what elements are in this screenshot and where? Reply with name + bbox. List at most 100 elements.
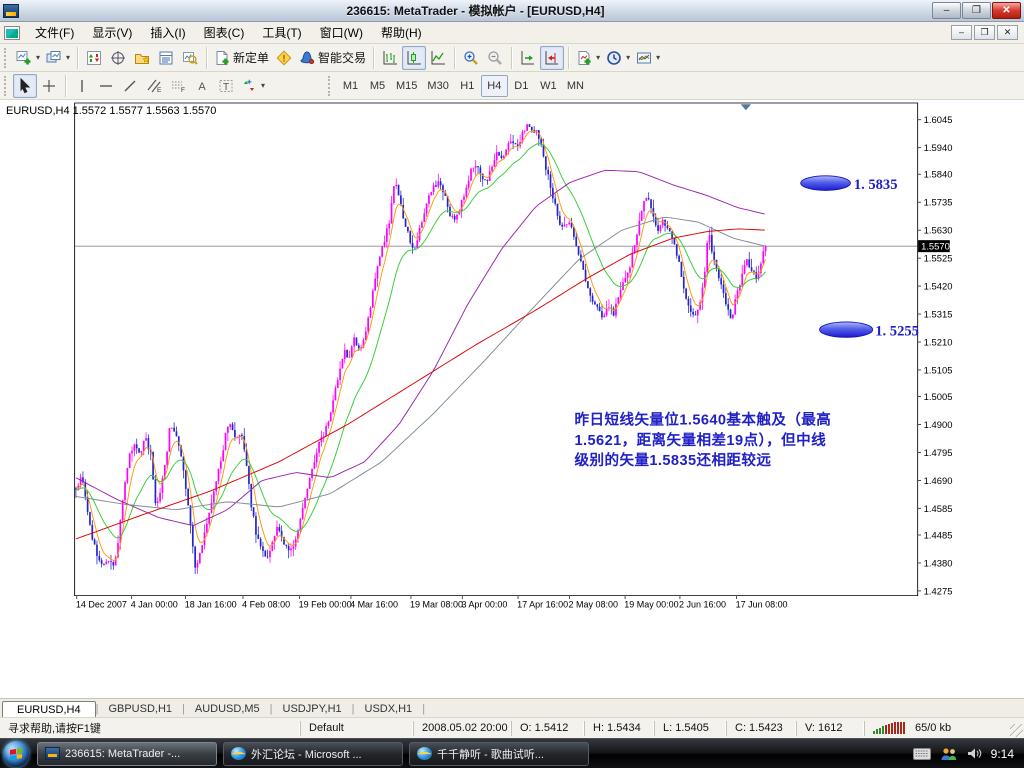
dropdown-arrow-icon: ▾ — [656, 53, 660, 62]
menu-item-insert[interactable]: 插入(I) — [141, 21, 194, 44]
cursor-button[interactable] — [13, 74, 37, 98]
timeframe-button-m5[interactable]: M5 — [364, 75, 391, 97]
title-bar: 236615: MetaTrader - 模拟帐户 - [EURUSD,H4] … — [0, 0, 1024, 22]
timeframe-button-m1[interactable]: M1 — [337, 75, 364, 97]
toolbar-separator — [511, 47, 512, 69]
timeframe-button-m30[interactable]: M30 — [422, 75, 453, 97]
terminal-button[interactable] — [154, 46, 178, 70]
chart-tab-audusd-m5[interactable]: AUDUSD,M5 — [185, 701, 270, 717]
svg-text:1.5630: 1.5630 — [924, 225, 953, 236]
minimize-button[interactable]: – — [932, 2, 961, 19]
fibonacci-button[interactable]: F — [166, 74, 190, 98]
crosshair-button[interactable] — [37, 74, 61, 98]
metaeditor-button[interactable]: ! — [272, 46, 296, 70]
target-ellipse-1[interactable] — [801, 176, 851, 191]
timeframe-button-mn[interactable]: MN — [562, 75, 589, 97]
menu-item-window[interactable]: 窗口(W) — [311, 21, 372, 44]
indicators-button[interactable]: ▾ — [573, 46, 603, 70]
close-button[interactable]: ✕ — [992, 2, 1021, 19]
start-button[interactable] — [3, 741, 29, 767]
tab-separator: | — [422, 701, 425, 717]
price-chart[interactable]: 1.60451.59401.58401.57351.56301.55251.54… — [0, 100, 1024, 698]
svg-text:E: E — [157, 87, 162, 94]
status-profile[interactable]: Default — [300, 721, 413, 736]
trendline-button[interactable] — [118, 74, 142, 98]
vertical-line-button[interactable] — [70, 74, 94, 98]
timeframe-button-d1[interactable]: D1 — [508, 75, 535, 97]
chart-shift-marker[interactable] — [741, 104, 751, 110]
menu-item-charts[interactable]: 图表(C) — [195, 21, 254, 44]
toolbar-grip[interactable] — [4, 76, 9, 96]
bar-chart-button[interactable] — [378, 46, 402, 70]
svg-text:14 Dec 2007: 14 Dec 2007 — [76, 600, 127, 610]
auto-scroll-button[interactable] — [516, 46, 540, 70]
toolbar-grip[interactable] — [328, 76, 333, 96]
status-bar: 寻求帮助,请按F1键 Default 2008.05.02 20:00 O: 1… — [0, 717, 1024, 738]
data-window-button[interactable] — [106, 46, 130, 70]
candlestick-chart-button[interactable] — [402, 46, 426, 70]
menu-item-file[interactable]: 文件(F) — [26, 21, 83, 44]
menu-item-help[interactable]: 帮助(H) — [372, 21, 431, 44]
menu-item-tools[interactable]: 工具(T) — [253, 21, 310, 44]
chart-tab-usdjpy-h1[interactable]: USDJPY,H1 — [273, 701, 352, 717]
mdi-minimize-button[interactable]: – — [951, 25, 972, 40]
text-icon: A — [194, 78, 210, 94]
volume-tray-icon[interactable] — [967, 747, 982, 760]
toolbar-separator — [373, 47, 374, 69]
mdi-close-button[interactable]: ✕ — [997, 25, 1018, 40]
zoom-in-icon — [463, 50, 479, 66]
zoom-out-button[interactable] — [483, 46, 507, 70]
horizontal-line-button[interactable] — [94, 74, 118, 98]
taskbar-button-2[interactable]: 外汇论坛 - Microsoft ... — [223, 742, 403, 766]
chart-annotation-note[interactable]: 昨日短线矢量位1.5640基本触及（最高1.5621，距离矢量相差19点），但中… — [575, 411, 832, 469]
time-axis[interactable]: 14 Dec 20074 Jan 00:0018 Jan 16:004 Feb … — [76, 596, 788, 610]
target-price-label-1[interactable]: 1. 5835 — [854, 177, 898, 193]
navigator-button[interactable] — [130, 46, 154, 70]
toolbar-separator — [454, 47, 455, 69]
arrows-button[interactable]: ▾ — [238, 74, 268, 98]
status-bar-time: 2008.05.02 20:00 — [413, 721, 511, 736]
keyboard-tray-icon[interactable] — [913, 748, 931, 760]
zoom-out-icon — [487, 50, 503, 66]
new-chart-button[interactable]: ▾ — [13, 46, 43, 70]
chart-tab-eurusd-h4[interactable]: EURUSD,H4 — [2, 701, 96, 718]
expert-advisors-button[interactable]: 智能交易 — [296, 46, 369, 70]
timeframe-button-h4[interactable]: H4 — [481, 75, 508, 97]
target-ellipse-2[interactable] — [820, 322, 873, 337]
chart-shift-button[interactable] — [540, 46, 564, 70]
chart-tab-gbpusd-h1[interactable]: GBPUSD,H1 — [98, 701, 182, 717]
status-open: O: 1.5412 — [511, 721, 584, 736]
timeframe-button-h1[interactable]: H1 — [454, 75, 481, 97]
market-watch-button[interactable] — [82, 46, 106, 70]
templates-button[interactable]: ▾ — [633, 46, 663, 70]
taskbar-button-label: 千千静听 - 歌曲试听... — [437, 746, 544, 762]
price-axis[interactable]: 1.60451.59401.58401.57351.56301.55251.54… — [918, 114, 953, 596]
target-price-label-2[interactable]: 1. 5255 — [875, 324, 919, 340]
chart-system-menu-icon[interactable] — [4, 26, 20, 40]
svg-text:1.5105: 1.5105 — [924, 364, 953, 375]
taskbar-clock[interactable]: 9:14 — [991, 747, 1014, 761]
taskbar-button-3[interactable]: 千千静听 - 歌曲试听... — [409, 742, 589, 766]
toolbar-grip[interactable] — [4, 48, 9, 68]
timeframe-button-w1[interactable]: W1 — [535, 75, 562, 97]
line-chart-button[interactable] — [426, 46, 450, 70]
equidistant-channel-button[interactable]: E — [142, 74, 166, 98]
text-label-button[interactable]: T — [214, 74, 238, 98]
mdi-restore-button[interactable]: ❐ — [974, 25, 995, 40]
strategy-tester-button[interactable] — [178, 46, 202, 70]
chart-tab-usdx-h1[interactable]: USDX,H1 — [355, 701, 423, 717]
new-order-button[interactable]: 新定单 — [211, 46, 272, 70]
periods-button[interactable]: ▾ — [603, 46, 633, 70]
data-window-icon — [110, 50, 126, 66]
messenger-tray-icon[interactable] — [940, 747, 958, 761]
profiles-button[interactable]: ▾ — [43, 46, 73, 70]
line-chart-icon — [430, 50, 446, 66]
resize-grip[interactable] — [1010, 724, 1023, 737]
menu-item-view[interactable]: 显示(V) — [83, 21, 141, 44]
timeframe-button-m15[interactable]: M15 — [391, 75, 422, 97]
horizontal-line-icon — [98, 78, 114, 94]
maximize-button[interactable]: ❐ — [962, 2, 991, 19]
taskbar-button-1[interactable]: 236615: MetaTrader -... — [37, 742, 217, 766]
text-button[interactable]: A — [190, 74, 214, 98]
zoom-in-button[interactable] — [459, 46, 483, 70]
